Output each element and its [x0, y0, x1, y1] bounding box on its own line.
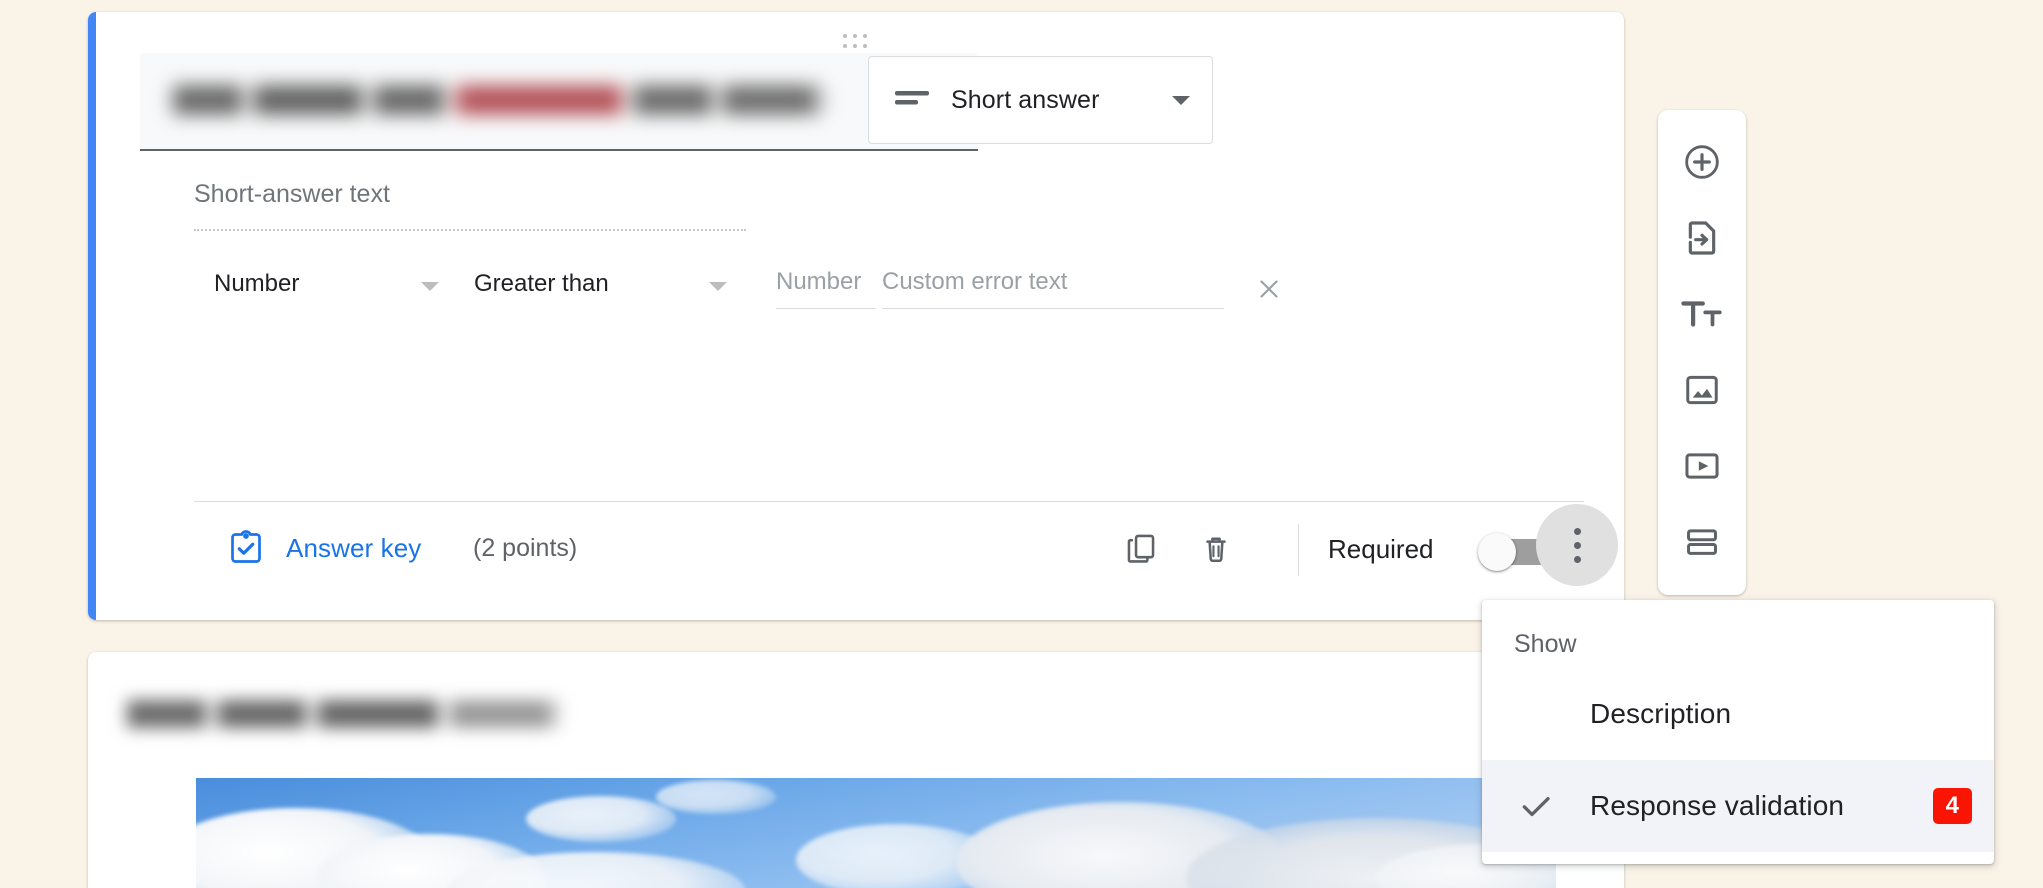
import-questions-icon	[1688, 221, 1716, 255]
toggle-knob	[1478, 533, 1516, 571]
response-validation-row: Number Greater than	[194, 260, 1584, 322]
question-action-bar: Answer key (2 points) Required	[88, 504, 1624, 612]
duplicate-question-button[interactable]	[1113, 520, 1169, 576]
validation-condition-value: Greater than	[474, 270, 609, 297]
card-divider	[194, 501, 1584, 502]
clipboard-check-icon	[231, 530, 261, 563]
delete-question-button[interactable]	[1188, 520, 1244, 576]
add-image-button[interactable]	[1666, 352, 1738, 428]
chevron-down-icon	[709, 282, 727, 291]
add-video-button[interactable]	[1666, 428, 1738, 504]
show-options-menu: Show Description Response validation 4	[1482, 600, 1994, 864]
drag-handle-icon[interactable]	[843, 34, 869, 50]
menu-item-description-label: Description	[1590, 698, 1732, 729]
chevron-down-icon	[421, 282, 439, 291]
answer-key-label: Answer key	[286, 532, 422, 563]
import-questions-button[interactable]	[1666, 200, 1738, 276]
action-bar-divider	[1298, 524, 1299, 576]
menu-item-description[interactable]: Description	[1482, 668, 1994, 760]
question-toolbar	[1658, 110, 1746, 595]
video-icon	[1685, 453, 1719, 479]
add-circle-icon	[1685, 145, 1719, 179]
check-icon	[1482, 786, 1590, 826]
question-title-text	[168, 85, 912, 115]
short-answer-placeholder: Short-answer text	[194, 180, 746, 231]
status-badge: 4	[1932, 788, 1972, 824]
validation-custom-error-input[interactable]	[882, 268, 1224, 309]
menu-header: Show	[1514, 630, 1577, 658]
required-label: Required	[1328, 534, 1434, 564]
question-card[interactable]: Short answer Short-answer text Number Gr…	[88, 12, 1624, 620]
copy-icon	[1127, 534, 1155, 563]
add-question-button[interactable]	[1666, 124, 1738, 200]
trash-icon	[1206, 537, 1226, 563]
close-icon	[1260, 280, 1278, 298]
question-title-field[interactable]	[140, 53, 978, 151]
more-options-button[interactable]	[1536, 504, 1618, 586]
sky-with-clouds-photo	[196, 778, 1556, 888]
more-vert-icon	[1573, 527, 1581, 535]
validation-datatype-select[interactable]: Number	[214, 260, 454, 308]
validation-datatype-value: Number	[214, 270, 300, 297]
validation-condition-select[interactable]: Greater than	[474, 260, 736, 308]
question-type-value: Short answer	[951, 85, 1100, 114]
remove-validation-button[interactable]	[1246, 266, 1292, 312]
add-title-button[interactable]	[1666, 276, 1738, 352]
image-icon	[1686, 375, 1718, 405]
validation-number-input[interactable]	[776, 268, 876, 309]
points-label: (2 points)	[473, 534, 578, 562]
answer-key-button[interactable]: Answer key	[228, 530, 421, 566]
chevron-down-icon	[1172, 95, 1190, 105]
short-answer-icon	[895, 88, 929, 113]
section-icon	[1687, 529, 1717, 555]
question-type-selector[interactable]: Short answer	[868, 56, 1213, 144]
title-text-icon	[1681, 301, 1722, 327]
menu-item-response-validation-label: Response validation	[1590, 790, 1845, 821]
add-section-button[interactable]	[1666, 504, 1738, 580]
next-question-title	[124, 700, 654, 728]
menu-item-response-validation[interactable]: Response validation 4	[1482, 760, 1994, 852]
